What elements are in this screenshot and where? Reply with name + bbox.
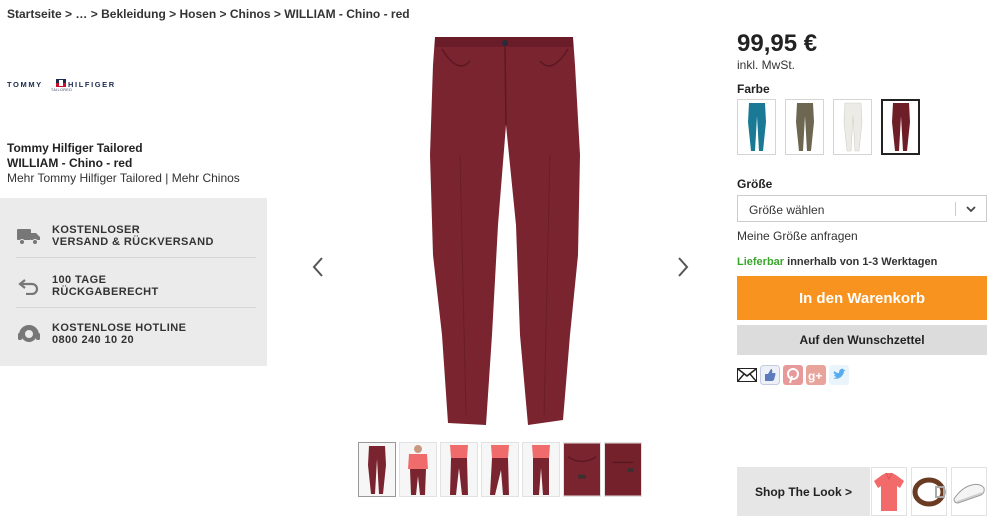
look-item-belt[interactable] [911,467,947,516]
service-line2: RÜCKGABERECHT [52,286,159,298]
delivery-info: Lieferbar innerhalb von 1-3 Werktagen [737,256,937,268]
logo-word-left: TOMMY [7,80,43,89]
delivery-time: innerhalb von 1-3 Werktagen [787,256,938,268]
service-hotline[interactable]: KOSTENLOSE HOTLINE 0800 240 10 20 [16,309,256,359]
logo-subline: TAILORED [51,88,73,92]
return-arrow-icon [16,273,42,299]
svg-text:g+: g+ [808,369,822,383]
product-brand[interactable]: Tommy Hilfiger Tailored [7,141,240,156]
pinterest-icon[interactable] [783,365,803,385]
gallery-thumbnail[interactable] [563,442,601,497]
color-swatch-olive[interactable] [785,99,824,155]
breadcrumb-current: WILLIAM - Chino - red [284,7,410,21]
add-to-cart-button[interactable]: In den Warenkorb [737,276,987,320]
product-heading: Tommy Hilfiger Tailored WILLIAM - Chino … [7,141,240,186]
breadcrumb-clothing[interactable]: Bekleidung [101,7,166,21]
size-label: Größe [737,177,773,191]
service-line2: VERSAND & RÜCKVERSAND [52,236,214,248]
size-select-value: Größe wählen [749,203,825,217]
service-text: 100 TAGE RÜCKGABERECHT [52,274,159,298]
google-plus-icon[interactable]: g+ [806,365,826,385]
color-swatches [737,99,920,155]
gallery-next-arrow-icon[interactable] [676,255,690,279]
gallery-thumbnail[interactable] [481,442,519,497]
truck-icon [16,223,42,249]
service-line1: 100 TAGE [52,274,107,286]
service-text: KOSTENLOSE HOTLINE 0800 240 10 20 [52,322,186,346]
size-request-link[interactable]: Meine Größe anfragen [737,229,858,243]
more-brand-link[interactable]: Mehr Tommy Hilfiger Tailored [7,171,162,185]
brand-logo[interactable]: TOMMY HILFIGER TAILORED [7,78,114,94]
breadcrumb-separator: > [219,7,227,21]
flag-icon [56,79,66,87]
look-item-sneaker[interactable] [951,467,987,516]
divider [16,257,256,258]
gallery-thumbnail[interactable] [358,442,396,497]
more-category-link[interactable]: Mehr Chinos [172,171,240,185]
breadcrumb-chinos[interactable]: Chinos [230,7,271,21]
look-item-polo[interactable] [871,467,907,516]
vat-note: inkl. MwSt. [737,58,796,72]
size-select[interactable]: Größe wählen [737,195,987,222]
breadcrumb: Startseite > … > Bekleidung > Hosen > Ch… [7,7,410,21]
logo-word-right: HILFIGER [68,80,116,89]
facebook-like-icon[interactable] [760,365,780,385]
add-to-wishlist-button[interactable]: Auf den Wunschzettel [737,325,987,355]
color-label: Farbe [737,82,770,96]
service-text: KOSTENLOSER VERSAND & RÜCKVERSAND [52,224,214,248]
product-name: WILLIAM - Chino - red [7,156,133,170]
gallery-thumbnail[interactable] [604,442,642,497]
divider [16,307,256,308]
more-links: Mehr Tommy Hilfiger Tailored | Mehr Chin… [7,171,240,186]
breadcrumb-separator: > [273,7,281,21]
gallery-thumbnails [358,442,642,497]
mail-icon[interactable] [737,365,757,385]
color-swatch-petrol[interactable] [737,99,776,155]
select-divider [955,202,956,216]
color-swatch-red[interactable] [881,99,920,155]
gallery-prev-arrow-icon[interactable] [311,255,325,279]
availability-status: Lieferbar [737,256,785,268]
breadcrumb-separator: > [169,7,177,21]
breadcrumb-home[interactable]: Startseite [7,7,62,21]
shop-the-look-button[interactable]: Shop The Look > [737,467,870,516]
breadcrumb-trousers[interactable]: Hosen [180,7,217,21]
product-price: 99,95 € [737,30,818,57]
color-swatch-white[interactable] [833,99,872,155]
chevron-down-icon [966,206,976,213]
service-free-shipping[interactable]: KOSTENLOSER VERSAND & RÜCKVERSAND [16,211,256,261]
gallery-thumbnail[interactable] [399,442,437,497]
service-line1: KOSTENLOSER [52,224,141,236]
service-line1: KOSTENLOSE HOTLINE [52,322,187,334]
link-separator: | [165,171,169,185]
gallery-thumbnail[interactable] [440,442,478,497]
twitter-icon[interactable] [829,365,849,385]
gallery-thumbnail[interactable] [522,442,560,497]
breadcrumb-ellipsis[interactable]: … [75,7,87,21]
breadcrumb-separator: > [90,7,98,21]
service-returns[interactable]: 100 TAGE RÜCKGABERECHT [16,261,256,311]
breadcrumb-separator: > [65,7,73,21]
social-share: g+ [737,365,849,385]
headset-icon [16,321,42,347]
product-main-image[interactable] [420,35,590,430]
service-box: KOSTENLOSER VERSAND & RÜCKVERSAND 100 TA… [0,198,267,366]
service-line2: 0800 240 10 20 [52,334,135,346]
